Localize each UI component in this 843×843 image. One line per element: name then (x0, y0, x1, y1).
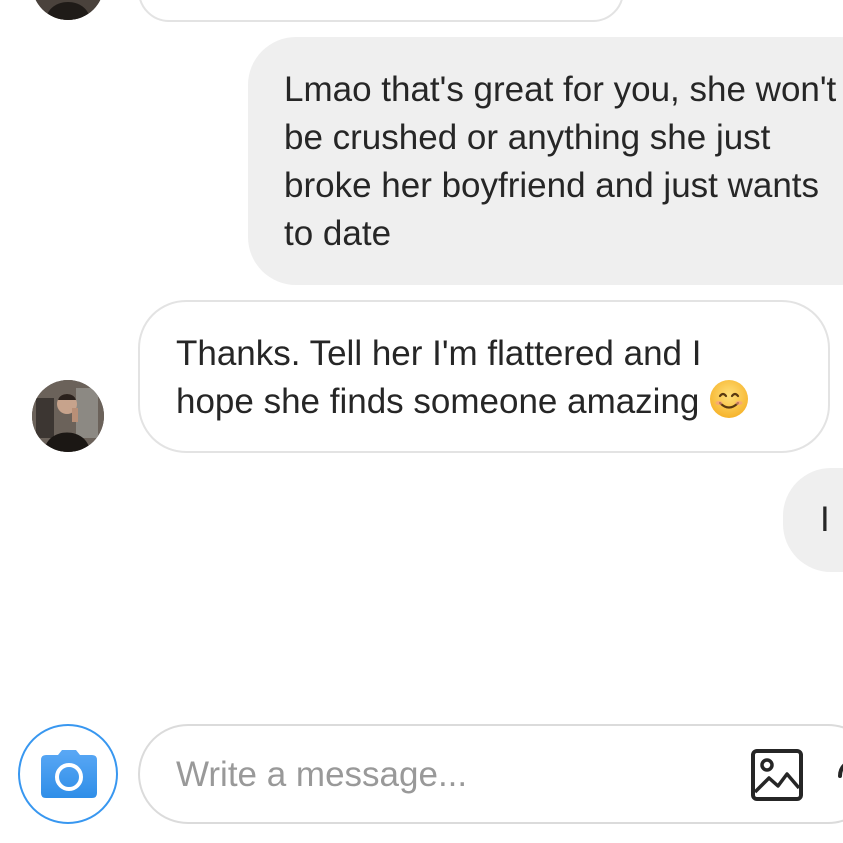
message-line: hope she finds someone amazing (176, 382, 700, 421)
message-line: to date (284, 214, 392, 253)
message-bubble-outgoing-partial[interactable]: I (783, 468, 843, 572)
contact-avatar[interactable] (32, 380, 104, 452)
smiling-face-emoji (709, 379, 749, 419)
message-bubble-partial-top (138, 0, 624, 22)
camera-icon (40, 749, 98, 799)
heart-icon[interactable] (836, 756, 843, 796)
camera-button[interactable] (18, 724, 118, 824)
message-line: be crushed or anything she just (284, 118, 771, 157)
message-composer (0, 712, 843, 843)
message-input[interactable] (176, 752, 696, 798)
message-line-with-emoji: hope she finds someone amazing (176, 378, 828, 426)
message-text: I (820, 500, 830, 539)
message-line: Thanks. Tell her I'm flattered and I (176, 334, 702, 373)
image-icon[interactable] (750, 748, 804, 802)
message-bubble-outgoing[interactable]: Lmao that's great for you, she won't be … (248, 37, 843, 285)
message-line: broke her boyfriend and just wants (284, 166, 820, 205)
message-input-container (138, 724, 843, 824)
chat-screen: Lmao that's great for you, she won't be … (0, 0, 843, 843)
message-line: Lmao that's great for you, she won't (284, 70, 837, 109)
message-bubble-incoming[interactable]: Thanks. Tell her I'm flattered and I hop… (138, 300, 830, 453)
contact-avatar-top[interactable] (32, 0, 104, 20)
